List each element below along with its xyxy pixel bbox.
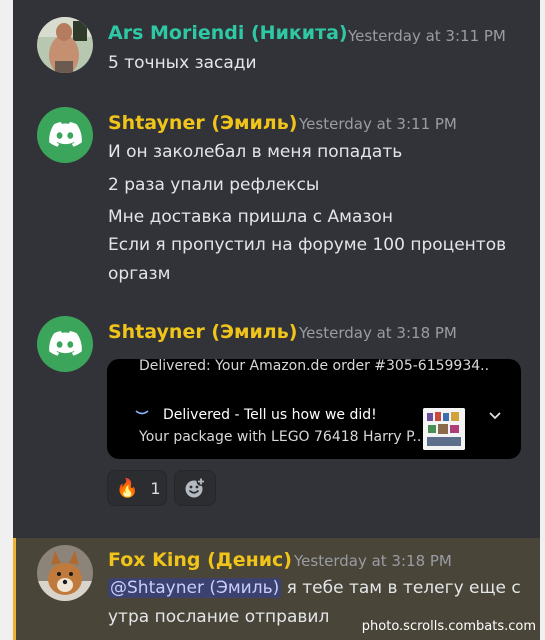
username[interactable]: Fox King (Денис) — [108, 549, 292, 571]
embed-header: Delivered: Your Amazon.de order #305-615… — [139, 358, 490, 374]
user-photo — [37, 17, 93, 73]
reaction-fire[interactable]: 🔥 1 — [107, 470, 167, 506]
message-text: И он заколебал в меня попадать — [108, 142, 403, 162]
discord-logo-icon — [49, 331, 82, 356]
message: Ars Moriendi (Никита) Yesterday at 3:11 … — [13, 0, 540, 90]
chevron-down-icon[interactable] — [487, 411, 503, 421]
username[interactable]: Shtayner (Эмиль) — [108, 112, 297, 134]
fire-emoji: 🔥 — [116, 477, 139, 499]
message-text: 5 точных засади — [108, 53, 257, 73]
discord-logo-icon — [49, 122, 82, 147]
embed-title: Delivered - Tell us how we did! — [163, 407, 377, 423]
message-text: Если я пропустил на форуме 100 процентов — [108, 235, 507, 255]
avatar[interactable] — [37, 107, 93, 163]
message-text: @Shtayner (Эмиль) я тебе там в телегу ещ… — [108, 578, 521, 598]
username[interactable]: Shtayner (Эмиль) — [108, 321, 297, 343]
add-reaction-button[interactable] — [174, 470, 216, 506]
reaction-count: 1 — [150, 478, 161, 498]
message-text: 2 раза упали рефлексы — [108, 175, 320, 195]
user-mention[interactable]: @Shtayner (Эмиль) — [108, 578, 282, 598]
amazon-smile-icon — [135, 410, 149, 415]
product-thumbnail — [423, 408, 465, 450]
username[interactable]: Ars Moriendi (Никита) — [108, 22, 348, 44]
chat-panel: Ars Moriendi (Никита) Yesterday at 3:11 … — [13, 0, 540, 640]
message-text: оргазм — [108, 264, 171, 284]
timestamp: Yesterday at 3:11 PM — [348, 27, 506, 45]
message-text: утра послание отправил — [108, 607, 330, 627]
timestamp: Yesterday at 3:11 PM — [299, 115, 457, 133]
message-text-segment: я тебе там в телегу еще с — [281, 578, 521, 598]
message-text: Мне доставка пришла с Амазон — [108, 207, 393, 227]
dog-photo — [37, 545, 93, 601]
watermark: photo.scrolls.combats.com — [361, 619, 536, 634]
timestamp: Yesterday at 3:18 PM — [299, 324, 457, 342]
embed-subtitle: Your package with LEGO 76418 Harry P.. — [139, 429, 422, 445]
avatar[interactable] — [37, 17, 93, 73]
avatar[interactable] — [37, 316, 93, 372]
timestamp: Yesterday at 3:18 PM — [294, 552, 452, 570]
add-reaction-icon — [185, 477, 206, 498]
avatar[interactable] — [37, 545, 93, 601]
email-notification-embed[interactable]: Delivered: Your Amazon.de order #305-615… — [107, 358, 521, 459]
